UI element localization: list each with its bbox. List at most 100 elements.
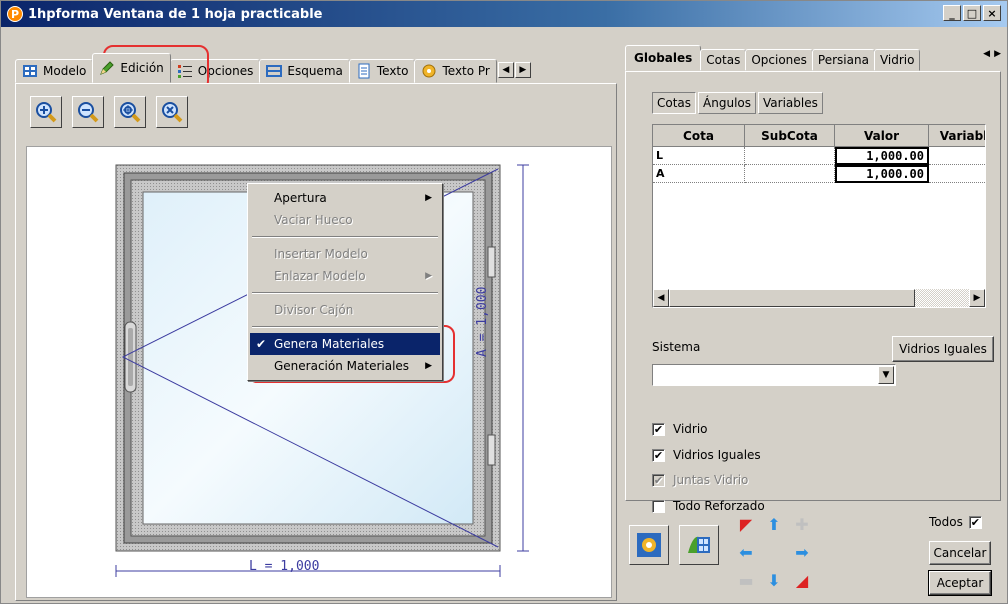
arrow-up-left-icon: ◤ (739, 514, 753, 534)
zoom-out-button[interactable] (72, 96, 104, 128)
minimize-button[interactable]: _ (943, 5, 961, 21)
tab-persiana[interactable]: Persiana (811, 49, 875, 71)
checkbox-box[interactable]: ✔ (652, 422, 665, 436)
tab-cotas[interactable]: Cotas (700, 49, 747, 71)
vidrios-iguales-button[interactable]: Vidrios Iguales (892, 336, 994, 362)
cell-variable[interactable] (929, 147, 985, 165)
subtab-label: Variables (763, 96, 818, 110)
tab-texto[interactable]: Texto (348, 59, 416, 83)
column-header-subcota[interactable]: SubCota (745, 125, 835, 147)
tab-label: Vidrio (879, 53, 915, 67)
column-header-variable[interactable]: Variabl (929, 125, 985, 147)
subtab-angulos[interactable]: Ángulos (698, 92, 756, 114)
tab-scroll-right-icon[interactable]: ▶ (994, 49, 1001, 59)
grid-icon (23, 65, 37, 77)
settings-tool-button[interactable] (629, 525, 669, 565)
zoom-reset-button[interactable] (156, 96, 188, 128)
checkbox-label: Vidrios Iguales (673, 448, 761, 462)
menu-item-generacion-materiales[interactable]: Generación Materiales ▶ (250, 355, 440, 377)
arrow-left-button[interactable]: ⬅ (735, 541, 757, 563)
zoom-toolbar (30, 96, 188, 128)
cell-cota[interactable]: A (653, 165, 745, 183)
tab-label: Globales (634, 51, 693, 65)
tab-texto-pr[interactable]: Texto Pr (414, 59, 497, 83)
zoom-in-button[interactable] (30, 96, 62, 128)
title-bar[interactable]: P 1hpforma Ventana de 1 hoja practicable… (1, 1, 1007, 27)
table-row[interactable]: L 1,000.00 (653, 147, 985, 165)
close-button[interactable]: × (983, 5, 1001, 21)
menu-item-divisor-cajon: Divisor Cajón (250, 299, 440, 321)
arrow-up-icon: ⬆ (767, 514, 781, 534)
tab-scroll-right-button[interactable]: ▶ (514, 62, 531, 78)
tab-scroll-left-button[interactable]: ◀ (497, 62, 514, 78)
tab-edicion[interactable]: Edición (92, 53, 171, 83)
schema-icon (266, 65, 283, 77)
accept-button[interactable]: Aceptar (928, 570, 992, 596)
checkbox-vidrios-iguales[interactable]: ✔ Vidrios Iguales (652, 448, 761, 462)
window-model-tool-button[interactable] (679, 525, 719, 565)
width-dimension-label: L = 1,000 (249, 559, 320, 574)
menu-item-label: Insertar Modelo (274, 247, 368, 261)
tab-opciones-right[interactable]: Opciones (745, 49, 813, 71)
checkbox-box[interactable]: ✔ (652, 448, 665, 462)
tab-globales[interactable]: Globales (625, 45, 702, 71)
column-header-cota[interactable]: Cota (653, 125, 745, 147)
maximize-button[interactable]: □ (963, 5, 981, 21)
hinge-top (487, 246, 496, 278)
menu-item-enlazar-modelo: Enlazar Modelo ▶ (250, 265, 440, 287)
tab-esquema[interactable]: Esquema (259, 59, 350, 83)
tab-vidrio[interactable]: Vidrio (873, 49, 921, 71)
horizontal-scrollbar[interactable]: ◀ ▶ (653, 289, 985, 307)
menu-item-label: Genera Materiales (274, 337, 385, 351)
submenu-arrow-icon: ▶ (425, 193, 432, 203)
arrow-down-right-button[interactable]: ◢ (791, 569, 813, 591)
subtab-cotas[interactable]: Cotas (652, 92, 697, 114)
column-header-valor[interactable]: Valor (835, 125, 929, 147)
arrow-right-button[interactable]: ➡ (791, 541, 813, 563)
cell-subcota[interactable] (745, 165, 835, 183)
subtab-variables[interactable]: Variables (758, 92, 823, 114)
arrow-down-left-icon: ▬ (738, 570, 754, 590)
dropdown-arrow-icon[interactable]: ▼ (878, 366, 894, 384)
window-model-icon (688, 536, 710, 553)
sistema-label: Sistema (652, 340, 701, 354)
sistema-select[interactable]: ▼ (652, 364, 896, 386)
cell-cota[interactable]: L (653, 147, 745, 165)
arrow-up-button[interactable]: ⬆ (763, 513, 785, 535)
menu-item-label: Divisor Cajón (274, 303, 354, 317)
tab-label: Cotas (706, 53, 741, 67)
checkbox-box[interactable]: ✔ (968, 515, 982, 529)
submenu-arrow-icon: ▶ (425, 361, 432, 371)
scroll-right-button[interactable]: ▶ (969, 289, 985, 307)
menu-item-vaciar-hueco: Vaciar Hueco (250, 209, 440, 231)
cell-valor[interactable]: 1,000.00 (835, 147, 929, 165)
checkmark-icon: ✔ (256, 337, 267, 351)
todos-checkbox[interactable]: Todos ✔ (929, 515, 982, 529)
checkbox-juntas-vidrio: ✔ Juntas Vidrio (652, 473, 748, 487)
zoom-extents-button[interactable] (114, 96, 146, 128)
menu-item-label: Vaciar Hueco (274, 213, 353, 227)
arrow-up-right-icon: ✚ (795, 514, 809, 534)
scroll-track[interactable] (915, 289, 969, 307)
scroll-thumb[interactable] (669, 289, 915, 307)
checkbox-vidrio[interactable]: ✔ Vidrio (652, 422, 708, 436)
menu-item-apertura[interactable]: Apertura ▶ (250, 187, 440, 209)
menu-item-genera-materiales[interactable]: ✔ Genera Materiales (250, 333, 440, 355)
tab-scroll-left-icon[interactable]: ◀ (983, 49, 990, 59)
cancel-button[interactable]: Cancelar (929, 541, 991, 565)
menu-item-label: Apertura (274, 191, 327, 205)
cotas-grid[interactable]: Cota SubCota Valor Variabl L 1,000.00 A … (652, 124, 986, 308)
arrow-down-button[interactable]: ⬇ (763, 569, 785, 591)
settings-icon (637, 533, 661, 557)
tab-opciones[interactable]: Opciones (169, 59, 261, 83)
menu-item-label: Enlazar Modelo (274, 269, 366, 283)
arrow-up-left-button[interactable]: ◤ (735, 513, 757, 535)
menu-item-insertar-modelo: Insertar Modelo (250, 243, 440, 265)
table-row[interactable]: A 1,000.00 (653, 165, 985, 183)
cell-valor[interactable]: 1,000.00 (835, 165, 929, 183)
tab-modelo[interactable]: Modelo (15, 59, 94, 83)
scroll-left-button[interactable]: ◀ (653, 289, 669, 307)
context-menu: Apertura ▶ Vaciar Hueco Insertar Modelo … (247, 183, 443, 381)
cell-subcota[interactable] (745, 147, 835, 165)
cell-variable[interactable] (929, 165, 985, 183)
